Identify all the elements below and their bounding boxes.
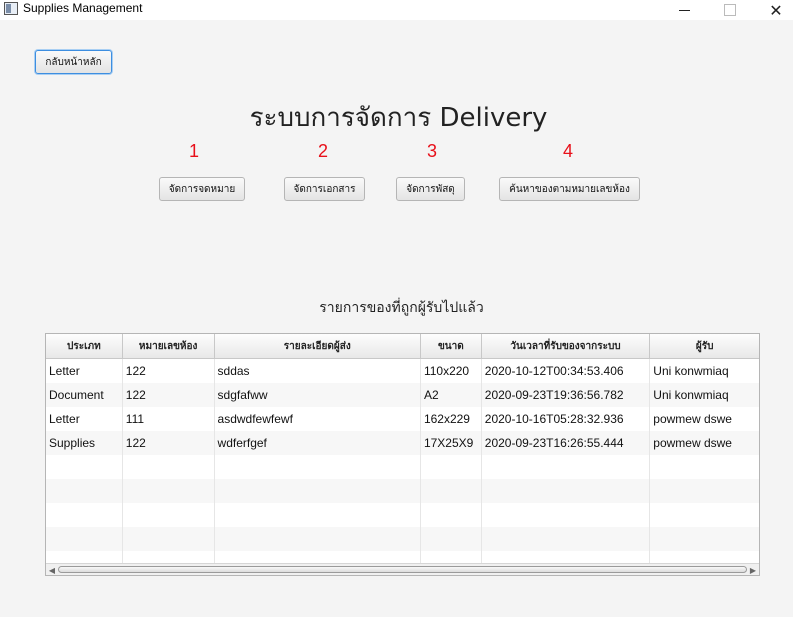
cell-recipient: powmew dswe xyxy=(653,412,732,426)
cell-received-time: 2020-09-23T16:26:55.444 xyxy=(482,431,651,455)
cell-type: Supplies xyxy=(46,431,123,455)
maximize-button[interactable] xyxy=(707,0,753,20)
step-number-4: 4 xyxy=(563,141,574,161)
step-number-2: 2 xyxy=(318,141,329,161)
scroll-right-icon[interactable]: ▶ xyxy=(748,565,758,575)
cell-size: 17X25X9 xyxy=(421,431,482,455)
cell-type: Letter xyxy=(46,359,123,383)
title-bar: Supplies Management ✕ xyxy=(0,0,793,20)
manage-letters-button[interactable]: จัดการจดหมาย xyxy=(159,177,245,201)
column-header-received-time[interactable]: วันเวลาที่รับของจากระบบ xyxy=(482,334,651,358)
horizontal-scrollbar[interactable]: ◀ ▶ xyxy=(46,563,759,575)
window-title: Supplies Management xyxy=(23,1,143,15)
empty-table-row xyxy=(46,503,759,527)
cell-type: Document xyxy=(46,383,123,407)
empty-table-row xyxy=(46,479,759,503)
table-row[interactable]: Supplies 122 wdferfgef 17X25X9 2020-09-2… xyxy=(46,431,759,455)
cell-recipient: Uni konwmiaq xyxy=(653,388,729,402)
received-items-table[interactable]: ประเภท หมายเลขห้อง รายละเอียดผู้ส่ง ขนาด… xyxy=(45,333,760,576)
cell-room: 122 xyxy=(123,431,215,455)
cell-sender: sddas xyxy=(215,359,421,383)
cell-sender: asdwdfewfewf xyxy=(215,407,421,431)
table-row[interactable]: Letter 111 asdwdfewfewf 162x229 2020-10-… xyxy=(46,407,759,431)
column-header-size[interactable]: ขนาด xyxy=(421,334,482,358)
cell-recipient: Uni konwmiaq xyxy=(653,364,729,378)
minimize-button[interactable] xyxy=(661,0,707,20)
cell-received-time: 2020-09-23T19:36:56.782 xyxy=(482,383,651,407)
column-header-sender[interactable]: รายละเอียดผู้ส่ง xyxy=(215,334,421,358)
manage-documents-button[interactable]: จัดการเอกสาร xyxy=(284,177,365,201)
cell-room: 122 xyxy=(123,359,215,383)
cell-size: 110x220 xyxy=(421,359,482,383)
step-number-1: 1 xyxy=(189,141,200,161)
cell-room: 122 xyxy=(123,383,215,407)
column-header-room[interactable]: หมายเลขห้อง xyxy=(123,334,215,358)
app-icon xyxy=(4,2,18,15)
cell-received-time: 2020-10-12T00:34:53.406 xyxy=(482,359,651,383)
cell-recipient: powmew dswe xyxy=(653,436,732,450)
cell-sender: sdgfafww xyxy=(215,383,421,407)
cell-received-time: 2020-10-16T05:28:32.936 xyxy=(482,407,651,431)
scroll-left-icon[interactable]: ◀ xyxy=(47,565,57,575)
empty-table-row xyxy=(46,527,759,551)
column-header-type[interactable]: ประเภท xyxy=(46,334,123,358)
table-header: ประเภท หมายเลขห้อง รายละเอียดผู้ส่ง ขนาด… xyxy=(46,334,759,359)
cell-size: A2 xyxy=(421,383,482,407)
cell-size: 162x229 xyxy=(421,407,482,431)
scrollbar-thumb[interactable] xyxy=(58,566,747,573)
column-header-recipient[interactable]: ผู้รับ xyxy=(650,334,759,358)
step-number-3: 3 xyxy=(427,141,438,161)
table-row[interactable]: Letter 122 sddas 110x220 2020-10-12T00:3… xyxy=(46,359,759,383)
manage-parcels-button[interactable]: จัดการพัสดุ xyxy=(396,177,465,201)
close-button[interactable]: ✕ xyxy=(753,0,793,20)
received-items-heading: รายการของที่ถูกผู้รับไปแล้ว xyxy=(319,300,484,316)
page-title: ระบบการจัดการ Delivery xyxy=(249,103,548,133)
cell-type: Letter xyxy=(46,407,123,431)
back-to-home-button[interactable]: กลับหน้าหลัก xyxy=(35,50,112,74)
empty-table-row xyxy=(46,455,759,479)
search-by-room-button[interactable]: ค้นหาของตามหมายเลขห้อง xyxy=(499,177,640,201)
cell-sender: wdferfgef xyxy=(215,431,421,455)
table-row[interactable]: Document 122 sdgfafww A2 2020-09-23T19:3… xyxy=(46,383,759,407)
cell-room: 111 xyxy=(123,407,215,431)
